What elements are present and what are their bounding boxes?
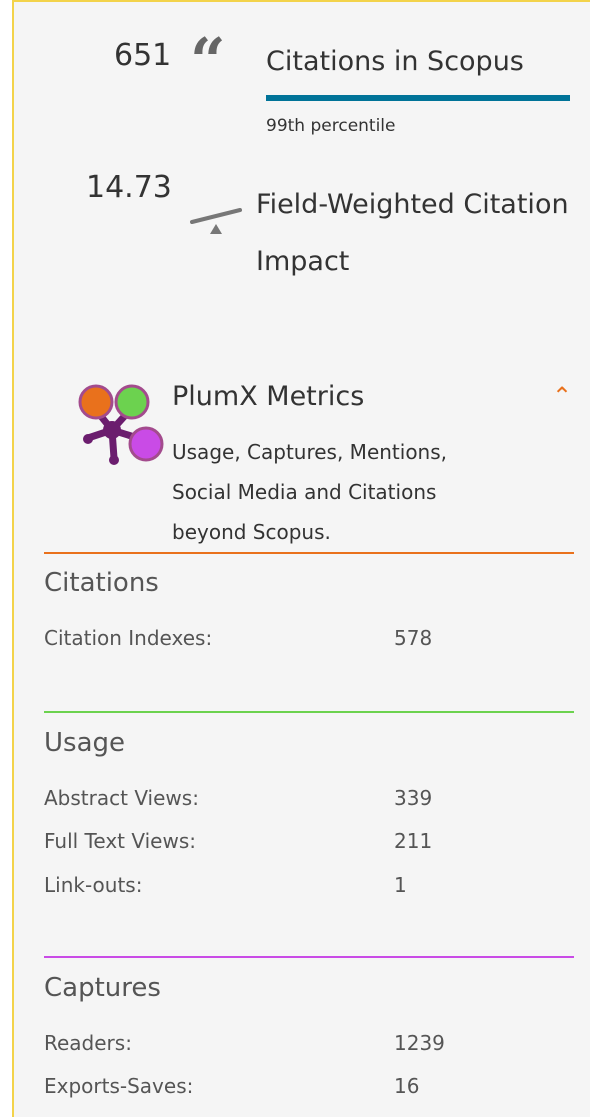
metric-label: Readers: bbox=[44, 1031, 132, 1055]
quote-icon: “ bbox=[190, 24, 226, 97]
metric-value: 578 bbox=[394, 626, 433, 650]
captures-section-title: Captures bbox=[44, 973, 161, 1003]
metric-value: 16 bbox=[394, 1074, 420, 1098]
citation-count: 651 bbox=[114, 38, 172, 73]
plumx-description: Usage, Captures, Mentions, Social Media … bbox=[172, 440, 448, 544]
captures-divider bbox=[44, 956, 574, 958]
balance-scale-icon bbox=[190, 208, 242, 234]
metric-label: Full Text Views: bbox=[44, 829, 196, 853]
metric-label: Link-outs: bbox=[44, 873, 143, 897]
metrics-panel: 651 “ Citations in Scopus 99th percentil… bbox=[12, 0, 590, 1117]
metric-value: 1 bbox=[394, 873, 407, 897]
fwci-value: 14.73 bbox=[86, 170, 172, 205]
metric-label: Abstract Views: bbox=[44, 786, 199, 810]
plumx-title: PlumX Metrics bbox=[172, 381, 365, 412]
metric-value: 339 bbox=[394, 786, 433, 810]
metric-value: 211 bbox=[394, 829, 433, 853]
citations-section-title: Citations bbox=[44, 568, 159, 598]
metric-label: Citation Indexes: bbox=[44, 626, 213, 650]
citations-underline-bar bbox=[266, 95, 570, 101]
fwci-label[interactable]: Field-Weighted Citation Impact bbox=[256, 176, 586, 290]
chevron-up-icon[interactable]: ⌃ bbox=[552, 382, 572, 410]
metric-value: 1239 bbox=[394, 1031, 445, 1055]
citations-link[interactable]: Citations in Scopus bbox=[266, 46, 524, 77]
metric-label: Exports-Saves: bbox=[44, 1074, 194, 1098]
citation-percentile: 99th percentile bbox=[266, 116, 396, 136]
usage-divider bbox=[44, 711, 574, 713]
usage-section-title: Usage bbox=[44, 728, 126, 758]
citations-divider bbox=[44, 552, 574, 554]
plumx-logo-icon bbox=[78, 384, 164, 465]
